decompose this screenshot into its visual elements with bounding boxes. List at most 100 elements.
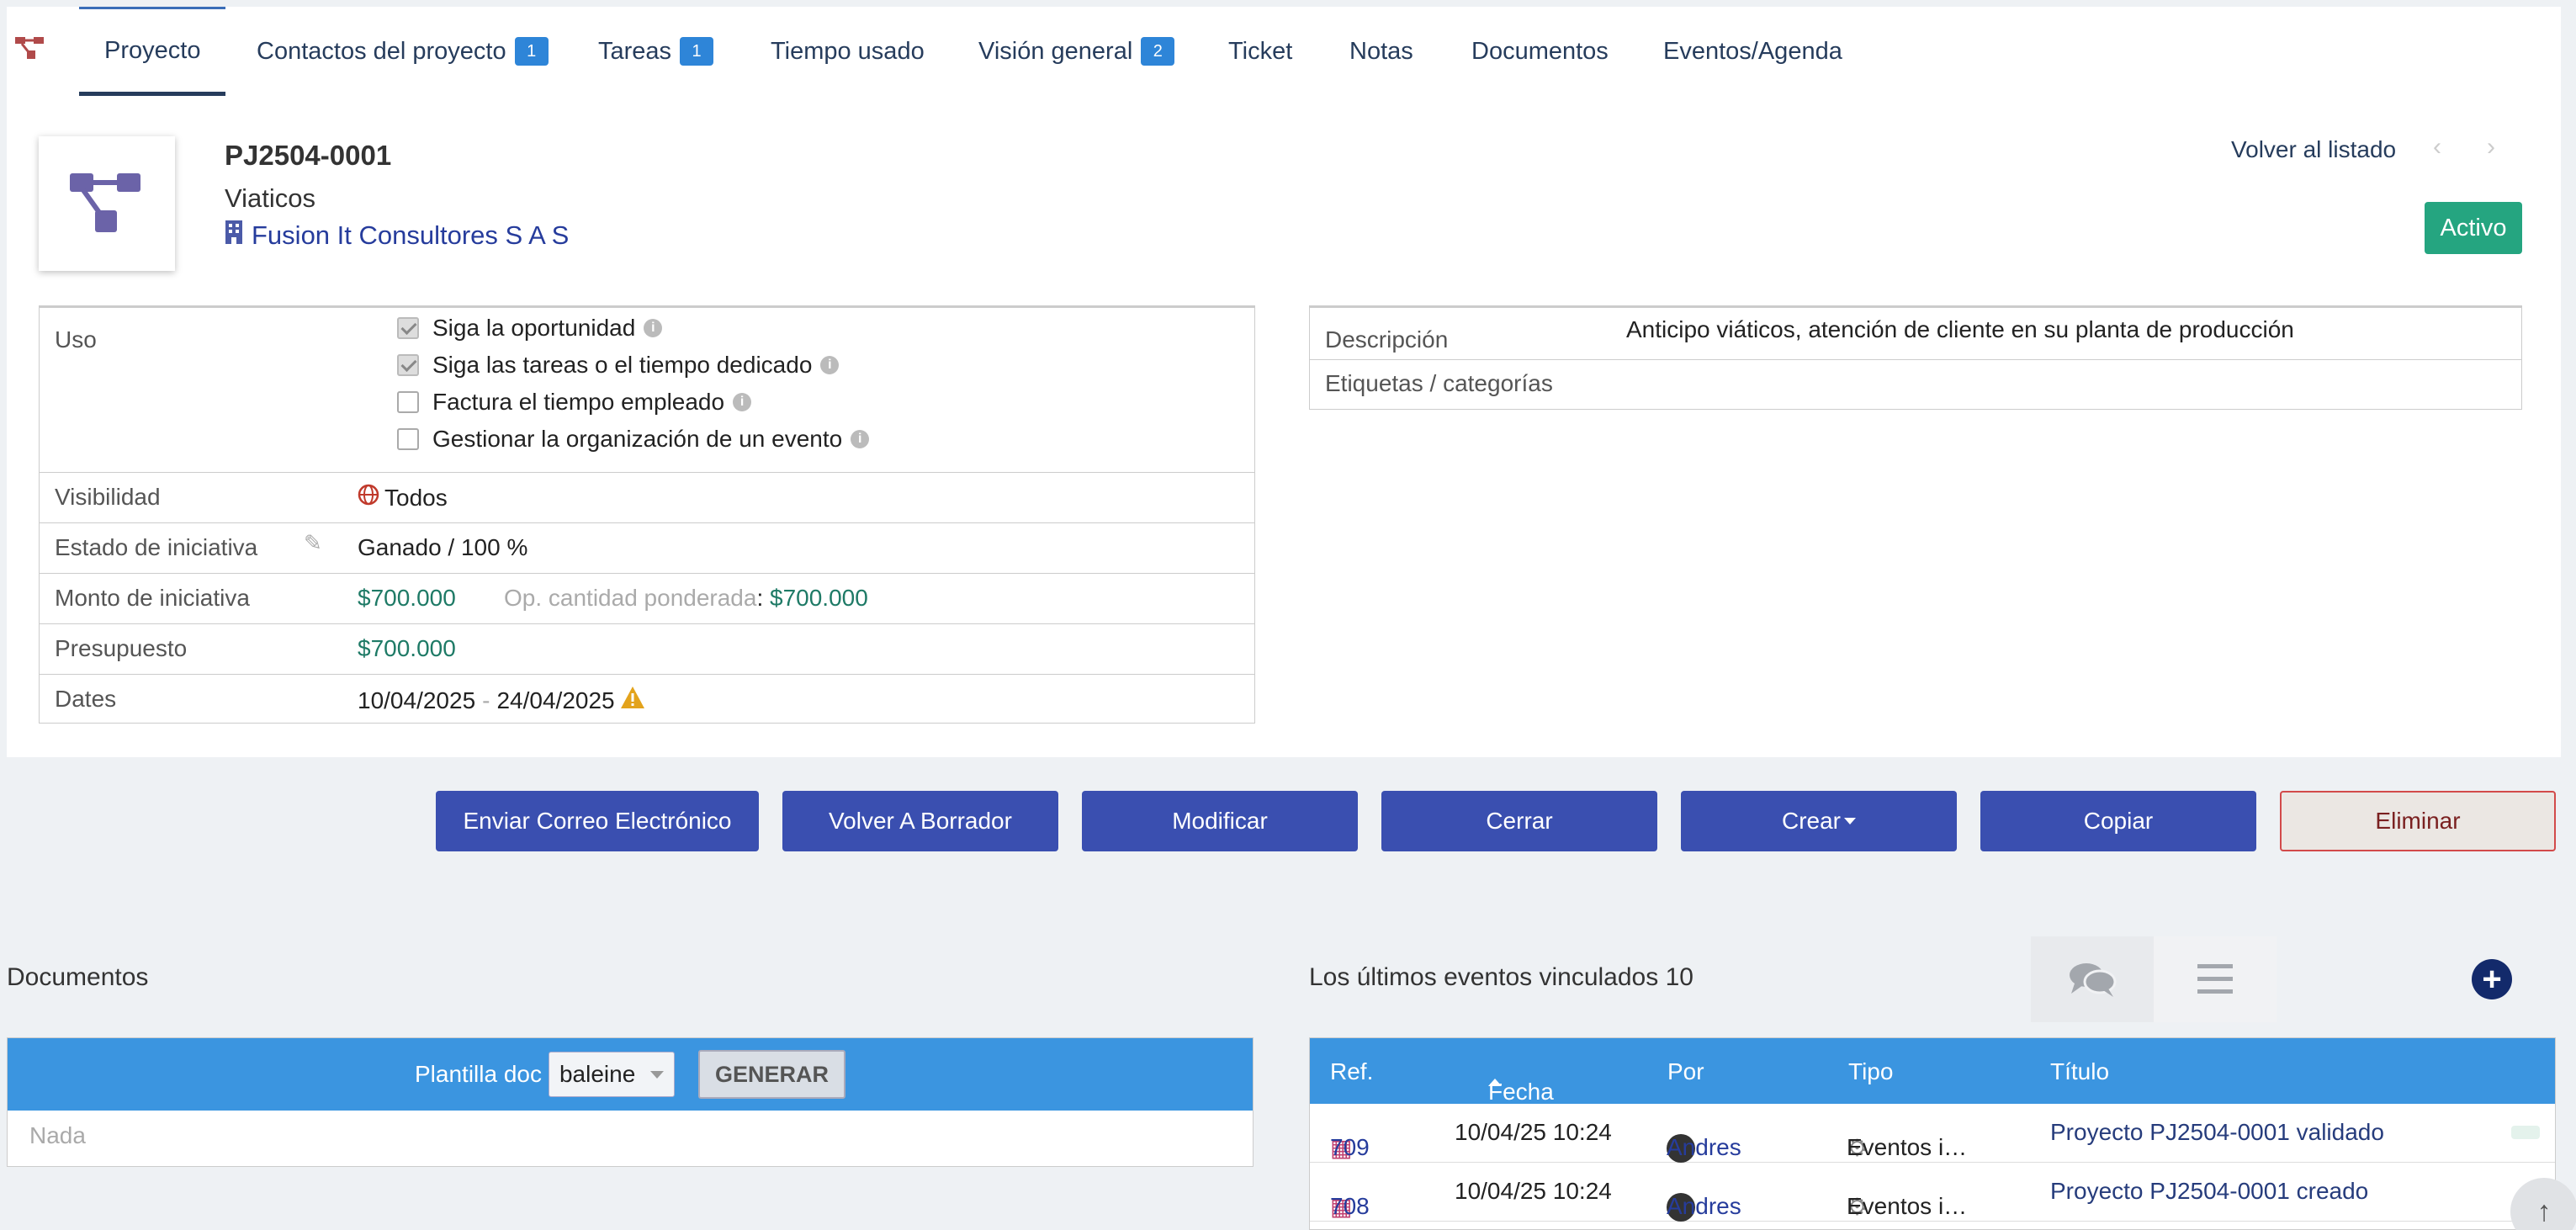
field-etiquetas: Etiquetas / categorías <box>1310 360 2521 411</box>
events-title-text: Los últimos eventos vinculados <box>1309 963 1659 991</box>
tab-tiempo-usado[interactable]: Tiempo usado <box>771 7 925 96</box>
date-end: 24/04/2025 <box>496 687 615 713</box>
status-badge: Activo <box>2425 202 2522 254</box>
date-separator: - <box>482 687 490 713</box>
option-siga-oportunidad: Siga la oportunidad i <box>397 315 663 342</box>
event-type-text: Eventos i… <box>1847 1134 1968 1160</box>
documents-title: Documentos <box>7 963 149 991</box>
project-ref: PJ2504-0001 <box>225 140 392 171</box>
field-label: Estado de iniciativa <box>55 534 258 560</box>
checkbox[interactable] <box>397 354 419 376</box>
field-label: Dates <box>55 686 117 712</box>
event-date: 10/04/25 10:24 <box>1455 1178 1612 1204</box>
field-label: Uso <box>55 326 97 353</box>
caret-down-icon <box>1844 818 1856 824</box>
tab-label: Notas <box>1349 37 1413 65</box>
event-title-link[interactable]: Proyecto PJ2504-0001 validado <box>2050 1119 2384 1146</box>
tab-documentos[interactable]: Documentos <box>1471 7 1609 96</box>
documents-panel: Plantilla doc baleine GENERAR Nada <box>7 1037 1254 1167</box>
option-label: Siga las tareas o el tiempo dedicado <box>432 352 813 378</box>
list-view-icon[interactable] <box>2154 936 2277 1022</box>
send-email-button[interactable]: Enviar Correo Electrónico <box>436 791 759 851</box>
event-user: Andres <box>1667 1134 1741 1160</box>
template-value: baleine <box>559 1061 636 1087</box>
company-link[interactable]: Fusion It Consultores S A S <box>225 220 569 252</box>
option-siga-tareas: Siga las tareas o el tiempo dedicado i <box>397 352 840 379</box>
next-icon[interactable]: › <box>2487 133 2495 162</box>
delete-button[interactable]: Eliminar <box>2280 791 2556 851</box>
count-badge: 1 <box>680 37 714 66</box>
column-fecha-label: Fecha <box>1488 1079 1554 1105</box>
events-table: Ref. Fecha Por Tipo Título ▦ 709 10/04/2… <box>1309 1037 2556 1230</box>
info-icon[interactable]: i <box>644 319 663 337</box>
building-icon <box>225 220 243 252</box>
event-title-link[interactable]: Proyecto PJ2504-0001 creado <box>2050 1178 2368 1205</box>
column-por[interactable]: Por <box>1667 1058 1704 1085</box>
info-icon[interactable]: i <box>733 393 752 411</box>
modify-button[interactable]: Modificar <box>1082 791 1358 851</box>
info-icon[interactable]: i <box>851 430 870 448</box>
field-value: 10/04/2025 - 24/04/2025 <box>358 686 645 715</box>
back-to-list-link[interactable]: Volver al listado <box>2231 136 2396 163</box>
tab-ticket[interactable]: Ticket <box>1228 7 1292 96</box>
back-to-draft-button[interactable]: Volver A Borrador <box>782 791 1058 851</box>
view-toggle <box>2031 936 2277 1022</box>
generate-button[interactable]: GENERAR <box>697 1050 845 1099</box>
tab-label: Tareas <box>598 37 672 65</box>
comments-view-icon[interactable] <box>2031 936 2154 1022</box>
checkbox[interactable] <box>397 317 419 339</box>
field-label: Descripción <box>1325 326 1449 353</box>
field-label: Visibilidad <box>55 484 161 510</box>
tab-label: Tiempo usado <box>771 37 925 65</box>
template-select[interactable]: baleine <box>548 1052 675 1097</box>
tab-eventos-agenda[interactable]: Eventos/Agenda <box>1663 7 1842 96</box>
tab-notas[interactable]: Notas <box>1349 7 1413 96</box>
date-start: 10/04/2025 <box>358 687 476 713</box>
tab-label: Contactos del proyecto <box>257 37 506 65</box>
ponderada-value: $700.000 <box>770 585 868 611</box>
field-label: Monto de iniciativa <box>55 585 250 611</box>
project-module-icon[interactable] <box>15 35 45 65</box>
field-estado: Estado de iniciativa ✎ Ganado / 100 % <box>40 523 1254 574</box>
table-row: ▦ 709 10/04/25 10:24 Andres ⚙ Eventos i…… <box>1310 1104 2555 1163</box>
tab-contactos[interactable]: Contactos del proyecto 1 <box>257 7 549 96</box>
ponderada-label: Op. cantidad ponderada <box>504 585 757 611</box>
status-dot <box>2511 1126 2540 1139</box>
edit-pencil-icon[interactable]: ✎ <box>304 530 322 556</box>
create-label: Crear <box>1781 808 1841 834</box>
add-event-icon[interactable]: + <box>2472 959 2512 999</box>
tab-vision-general[interactable]: Visión general 2 <box>978 7 1175 96</box>
documents-header: Plantilla doc baleine GENERAR <box>8 1038 1253 1111</box>
close-button[interactable]: Cerrar <box>1381 791 1657 851</box>
event-ref: 708 <box>1330 1193 1370 1219</box>
column-titulo[interactable]: Título <box>2050 1058 2109 1085</box>
field-value: $700.000 <box>358 635 456 661</box>
visibilidad-value: Todos <box>384 484 448 511</box>
field-presupuesto: Presupuesto $700.000 <box>40 624 1254 675</box>
column-ref[interactable]: Ref. <box>1330 1058 1373 1085</box>
events-title: Los últimos eventos vinculados 10 <box>1309 963 1693 992</box>
template-label: Plantilla doc <box>415 1061 542 1087</box>
tab-tareas[interactable]: Tareas 1 <box>598 7 714 96</box>
previous-icon[interactable]: ‹ <box>2433 133 2441 162</box>
field-value: $700.000 <box>358 585 456 611</box>
tab-proyecto[interactable]: Proyecto <box>79 7 226 96</box>
option-label: Gestionar la organización de un evento <box>432 426 843 452</box>
field-label: Presupuesto <box>55 635 188 661</box>
option-factura-tiempo: Factura el tiempo empleado i <box>397 389 752 416</box>
tab-label: Proyecto <box>104 36 201 64</box>
project-fields-right: Descripción Anticipo viáticos, atención … <box>1309 305 2522 410</box>
checkbox[interactable] <box>397 391 419 413</box>
events-table-header: Ref. Fecha Por Tipo Título <box>1310 1038 2555 1105</box>
count-badge: 1 <box>514 37 549 66</box>
option-label: Siga la oportunidad <box>432 315 636 341</box>
create-dropdown-button[interactable]: Crear <box>1681 791 1957 851</box>
project-fields-left: Uso Siga la oportunidad i Siga las tareas… <box>39 305 1255 724</box>
copy-button[interactable]: Copiar <box>1980 791 2256 851</box>
info-icon[interactable]: i <box>820 356 840 374</box>
column-tipo[interactable]: Tipo <box>1848 1058 1893 1085</box>
option-label: Factura el tiempo empleado <box>432 389 725 415</box>
project-label: Viaticos <box>225 183 315 213</box>
field-value: Todos <box>358 484 448 512</box>
checkbox[interactable] <box>397 428 419 450</box>
